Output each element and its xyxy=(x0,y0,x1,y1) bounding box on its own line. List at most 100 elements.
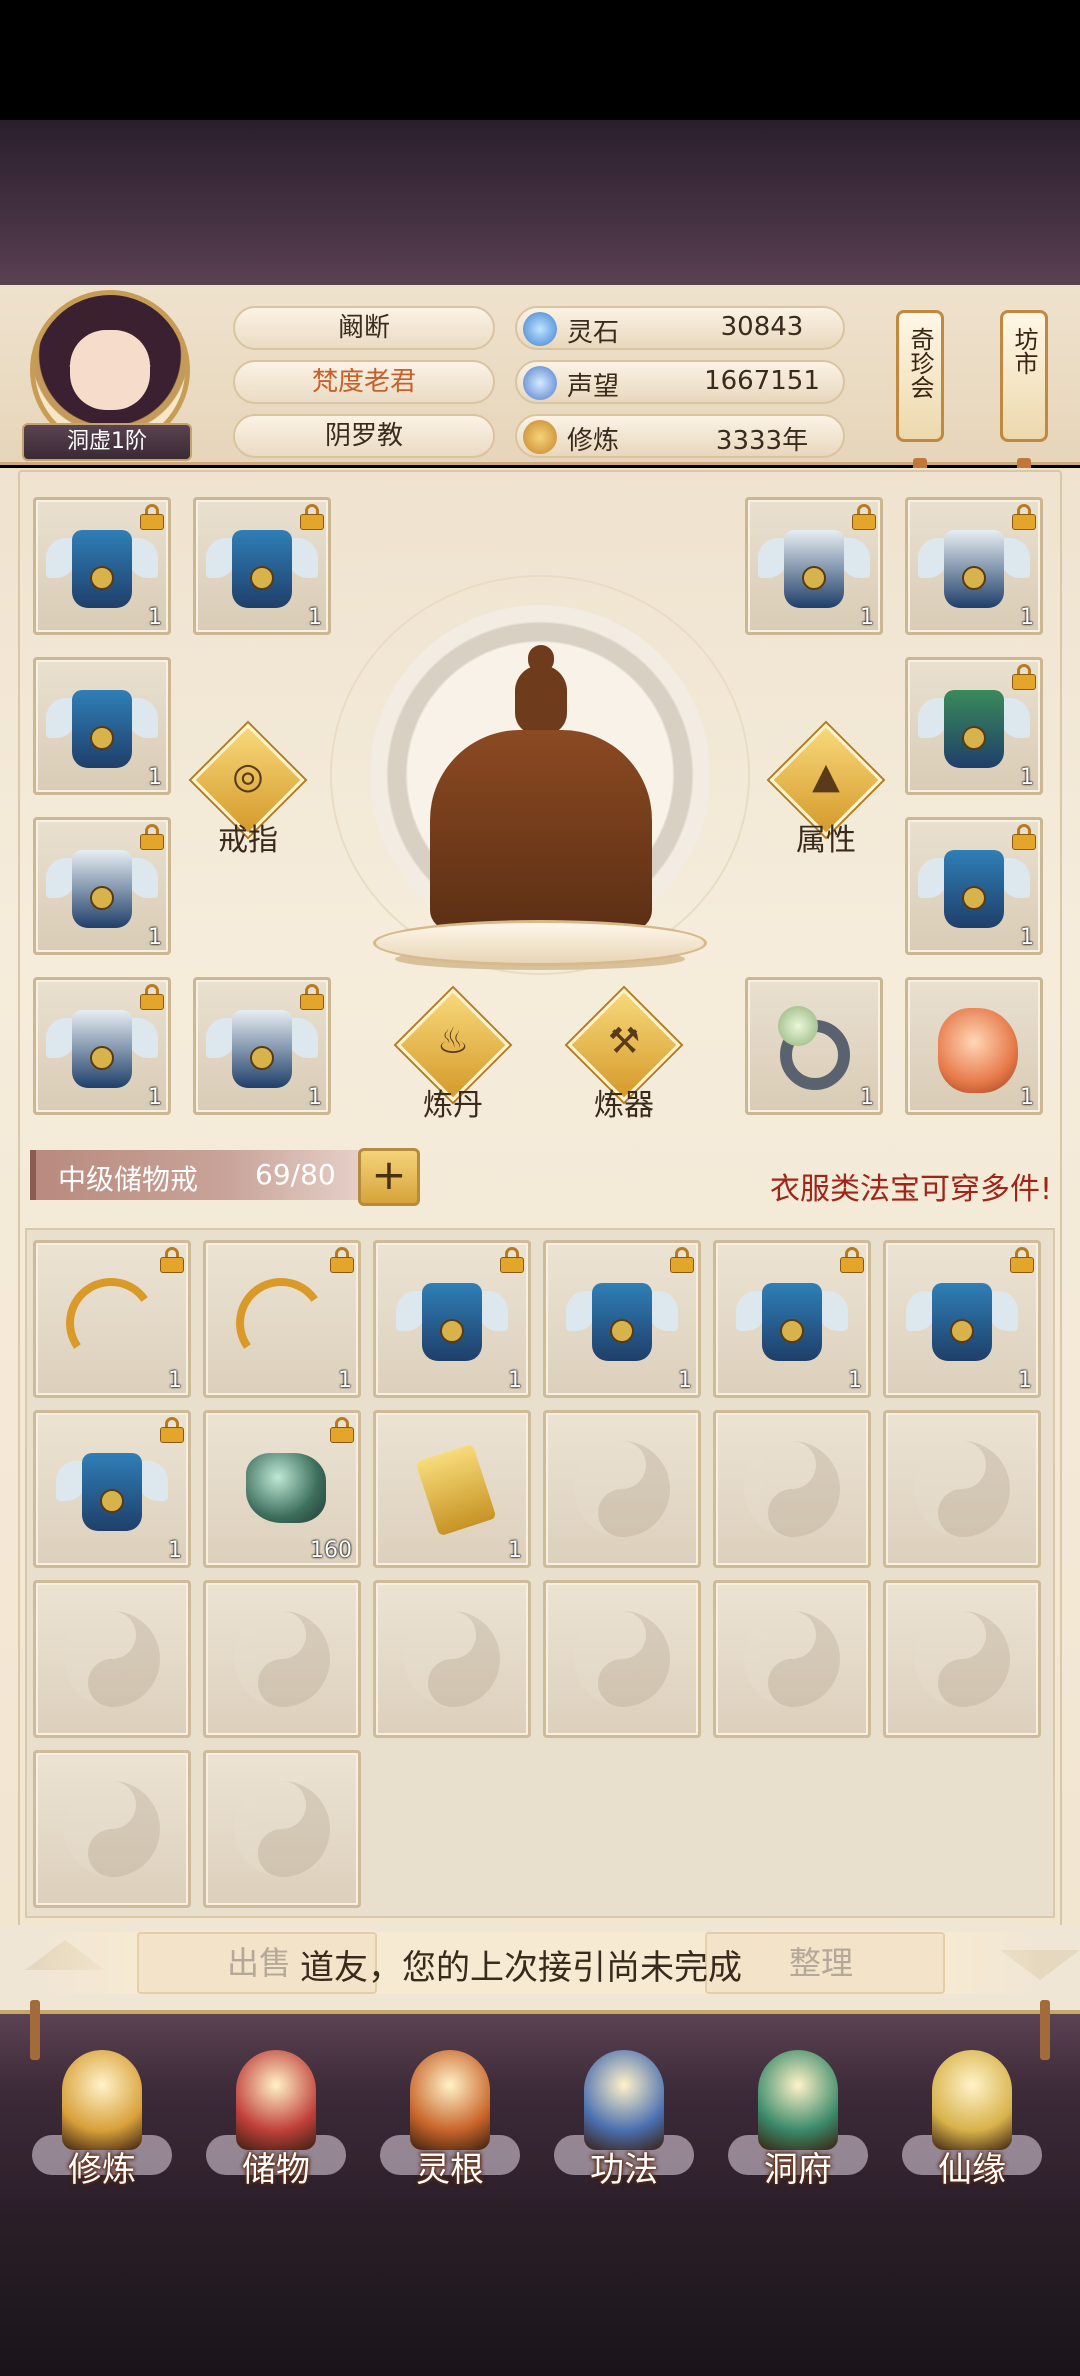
nav-item[interactable]: 储物 xyxy=(191,2030,361,2200)
lock-icon xyxy=(1012,664,1036,690)
equipment-slot[interactable]: 1 xyxy=(33,977,171,1115)
lock-icon xyxy=(330,1417,354,1443)
lock-icon xyxy=(500,1247,524,1273)
lock-icon xyxy=(670,1247,694,1273)
equipment-slot[interactable]: 1 xyxy=(905,817,1043,955)
character-head xyxy=(515,665,567,735)
spirit-root-icon xyxy=(410,2050,490,2150)
yin-yang-icon xyxy=(574,1441,670,1537)
dragon-pendant-icon xyxy=(938,1008,1018,1093)
expand-bag-button[interactable]: + xyxy=(358,1148,420,1206)
bag-capacity: 69/80 xyxy=(255,1158,336,1191)
nav-label: 功法 xyxy=(590,2150,658,2190)
inventory-slot[interactable]: 1 xyxy=(713,1240,871,1398)
empty-inventory-slot[interactable] xyxy=(713,1410,871,1568)
player-sect[interactable]: 阴罗教 xyxy=(233,414,495,458)
player-title[interactable]: 梵度老君 xyxy=(233,360,495,404)
book-icon xyxy=(584,2050,664,2150)
nav-item[interactable]: 修炼 xyxy=(17,2030,187,2200)
item-quantity: 1 xyxy=(148,1085,162,1110)
equipment-slot[interactable]: 1 xyxy=(193,977,331,1115)
item-quantity: 1 xyxy=(1020,1085,1034,1110)
item-quantity: 1 xyxy=(860,605,874,630)
market-button[interactable]: 坊市 xyxy=(1000,310,1048,442)
empty-inventory-slot[interactable] xyxy=(543,1410,701,1568)
spirit-stone-icon xyxy=(523,312,557,346)
empty-inventory-slot[interactable] xyxy=(373,1580,531,1738)
item-quantity: 1 xyxy=(1020,605,1034,630)
inventory-slot[interactable]: 1 xyxy=(543,1240,701,1398)
equipment-slot[interactable]: 1 xyxy=(905,977,1043,1115)
bottom-bar xyxy=(0,2210,1080,2376)
nav-label: 储物 xyxy=(242,2150,310,2190)
cauldron-icon: ♨ xyxy=(436,1021,470,1062)
yin-yang-icon xyxy=(744,1611,840,1707)
forging-label: 炼器 xyxy=(594,1088,654,1123)
nav-label: 灵根 xyxy=(416,2150,484,2190)
equipment-slot[interactable]: 1 xyxy=(33,497,171,635)
treasure-pavilion-label: 奇珍会 xyxy=(906,327,934,399)
empty-inventory-slot[interactable] xyxy=(713,1580,871,1738)
stat-label: 声望 xyxy=(567,372,620,402)
nav-label: 洞府 xyxy=(764,2150,832,2190)
toast-message: 道友，您的上次接引尚未完成 xyxy=(300,1948,742,1988)
character-silhouette[interactable] xyxy=(430,730,652,930)
equip-notice: 衣服类法宝可穿多件! xyxy=(769,1172,1052,1207)
inventory-slot[interactable]: 1 xyxy=(883,1240,1041,1398)
stat-label: 修炼 xyxy=(567,426,620,456)
item-quantity: 1 xyxy=(860,1085,874,1110)
equipment-slot[interactable]: 1 xyxy=(33,657,171,795)
inventory-slot[interactable]: 1 xyxy=(373,1410,531,1568)
player-name: 阚断 xyxy=(233,306,495,350)
nav-item[interactable]: 洞府 xyxy=(713,2030,883,2200)
empty-inventory-slot[interactable] xyxy=(203,1580,361,1738)
sage-hat-icon: ▲ xyxy=(812,756,840,797)
equipment-slot[interactable]: 1 xyxy=(745,497,883,635)
inventory-slot[interactable]: 1 xyxy=(203,1240,361,1398)
avatar-face xyxy=(70,330,150,410)
lock-icon xyxy=(160,1247,184,1273)
stat-label: 灵石 xyxy=(567,318,620,348)
ring-label: 戒指 xyxy=(218,823,278,858)
equipment-slot[interactable]: 1 xyxy=(193,497,331,635)
equipment-slot[interactable]: 1 xyxy=(905,497,1043,635)
gourd-icon xyxy=(932,2050,1012,2150)
anvil-icon: ⚒ xyxy=(607,1021,641,1062)
item-quantity: 1 xyxy=(338,1368,352,1393)
yin-yang-icon xyxy=(914,1611,1010,1707)
empty-inventory-slot[interactable] xyxy=(33,1580,191,1738)
item-quantity: 1 xyxy=(1018,1368,1032,1393)
equipment-slot[interactable]: 1 xyxy=(905,657,1043,795)
item-quantity: 1 xyxy=(308,1085,322,1110)
lock-icon xyxy=(1012,504,1036,530)
inventory-slot[interactable]: 1 xyxy=(33,1240,191,1398)
nav-item[interactable]: 灵根 xyxy=(365,2030,535,2200)
reputation-crystal-icon xyxy=(523,366,557,400)
yin-yang-icon xyxy=(64,1781,160,1877)
empty-inventory-slot[interactable] xyxy=(33,1750,191,1908)
inventory-slot[interactable]: 1 xyxy=(373,1240,531,1398)
nav-item[interactable]: 功法 xyxy=(539,2030,709,2200)
stat-value: 1667151 xyxy=(704,366,820,396)
item-quantity: 1 xyxy=(1020,765,1034,790)
treasure-pavilion-button[interactable]: 奇珍会 xyxy=(896,310,944,442)
empty-inventory-slot[interactable] xyxy=(883,1410,1041,1568)
nav-item[interactable]: 仙缘 xyxy=(887,2030,1057,2200)
empty-inventory-slot[interactable] xyxy=(543,1580,701,1738)
empty-inventory-slot[interactable] xyxy=(203,1750,361,1908)
empty-inventory-slot[interactable] xyxy=(883,1580,1041,1738)
item-quantity: 1 xyxy=(168,1368,182,1393)
inventory-slot[interactable]: 1 xyxy=(33,1410,191,1568)
yin-yang-icon xyxy=(744,1441,840,1537)
bow-icon xyxy=(228,1270,334,1376)
inventory-slot[interactable]: 160 xyxy=(203,1410,361,1568)
item-quantity: 1 xyxy=(508,1538,522,1563)
equipment-slot[interactable]: 1 xyxy=(33,817,171,955)
alchemy-label: 炼丹 xyxy=(423,1088,483,1123)
stat-value: 3333年 xyxy=(715,426,809,456)
item-quantity: 1 xyxy=(148,925,162,950)
stat-cultivation: 修炼 3333年 xyxy=(515,414,845,458)
stat-reputation: 声望 1667151 xyxy=(515,360,845,404)
equipment-slot[interactable]: 1 xyxy=(745,977,883,1115)
yin-yang-icon xyxy=(64,1611,160,1707)
